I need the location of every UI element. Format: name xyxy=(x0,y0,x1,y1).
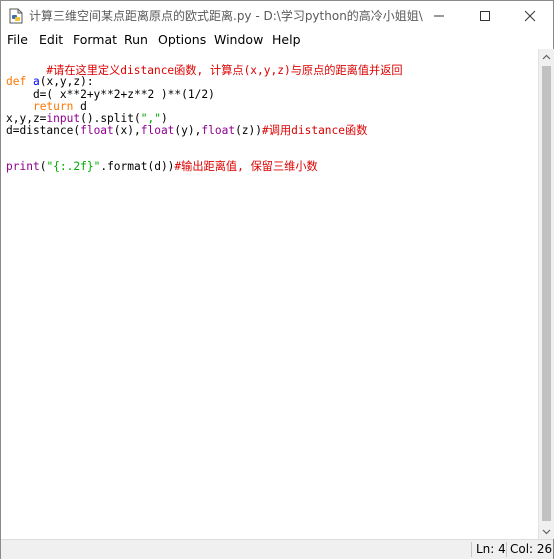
status-divider xyxy=(471,542,472,557)
code-string: "{:.2f}" xyxy=(46,160,101,173)
code-keyword: def xyxy=(6,75,27,88)
maximize-button[interactable] xyxy=(462,1,508,31)
code-comment: #输出距离值, 保留三维小数 xyxy=(174,160,318,173)
code-builtin: print xyxy=(6,160,40,173)
code-function-name: a xyxy=(32,75,40,88)
code-comment: #调用distance函数 xyxy=(262,124,368,137)
menu-run[interactable]: Run xyxy=(124,31,148,49)
status-bar: Ln: 4 Col: 26 xyxy=(1,539,553,559)
code-text: .format(d)) xyxy=(100,160,175,173)
scroll-down-button[interactable] xyxy=(539,524,554,539)
python-file-icon xyxy=(8,8,24,24)
code-builtin: float xyxy=(80,124,114,137)
chevron-down-icon xyxy=(542,529,551,534)
menu-help[interactable]: Help xyxy=(272,31,301,49)
menu-format[interactable]: Format xyxy=(73,31,117,49)
menu-bar: File Edit Format Run Options Window Help xyxy=(1,31,553,49)
code-builtin: float xyxy=(140,124,175,137)
scroll-up-button[interactable] xyxy=(539,49,554,64)
close-button[interactable] xyxy=(507,1,553,31)
status-column-number: Col: 26 xyxy=(510,542,553,556)
code-line-1: #请在这里定义distance函数, 计算点(x,y,z)与原点的距离值并返回 xyxy=(6,51,402,77)
code-editor[interactable]: #请在这里定义distance函数, 计算点(x,y,z)与原点的距离值并返回 … xyxy=(3,49,537,539)
chevron-up-icon xyxy=(542,54,551,59)
code-text: (z)) xyxy=(235,124,263,137)
minimize-button[interactable] xyxy=(416,1,462,31)
menu-file[interactable]: File xyxy=(7,31,28,49)
code-text: (y), xyxy=(174,124,202,137)
code-text: (x), xyxy=(113,124,141,137)
menu-options[interactable]: Options xyxy=(158,31,206,49)
menu-edit[interactable]: Edit xyxy=(39,31,63,49)
code-line-3: def a(x,y,z): xyxy=(6,75,94,88)
menu-window[interactable]: Window xyxy=(214,31,263,49)
idle-editor-window: 计算三维空间某点距离原点的欧式距离.py - D:\学习python的高冷小姐姐… xyxy=(0,0,554,559)
code-line-9: print("{:.2f}".format(d))#输出距离值, 保留三维小数 xyxy=(6,160,318,173)
title-bar[interactable]: 计算三维空间某点距离原点的欧式距离.py - D:\学习python的高冷小姐姐… xyxy=(1,1,553,31)
maximize-icon xyxy=(480,11,490,21)
code-text: d=distance( xyxy=(6,124,81,137)
minimize-icon xyxy=(434,15,444,17)
code-comment: #请在这里定义distance函数, 计算点(x,y,z)与原点的距离值并返回 xyxy=(46,64,403,77)
scrollbar-thumb[interactable] xyxy=(542,66,551,521)
vertical-scrollbar[interactable] xyxy=(538,49,554,539)
status-line-number: Ln: 4 xyxy=(476,542,506,556)
code-line-7: d=distance(float(x),float(y),float(z))#调… xyxy=(6,124,367,137)
close-icon xyxy=(524,10,536,22)
code-builtin: float xyxy=(201,124,236,137)
code-text: (x,y,z): xyxy=(39,75,94,88)
status-divider xyxy=(506,542,507,557)
window-title: 计算三维空间某点距离原点的欧式距离.py - D:\学习python的高冷小姐姐… xyxy=(29,9,423,23)
